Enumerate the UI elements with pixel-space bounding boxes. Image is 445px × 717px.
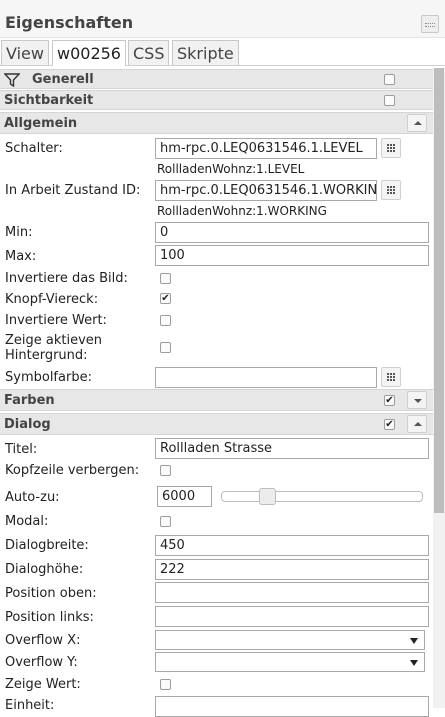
max-label: Max:: [5, 249, 37, 264]
in-arbeit-hint: RollladenWohnz:1.WORKING: [157, 204, 327, 218]
chevron-up-icon: [414, 422, 422, 426]
collapse-dialog-button[interactable]: [407, 415, 427, 433]
panel-header: Eigenschaften: [0, 0, 445, 38]
kopfzeile-label: Kopfzeile verbergen:: [5, 463, 140, 478]
invertiere-wert-label: Invertiere Wert:: [5, 313, 107, 328]
panel-title: Eigenschaften: [5, 13, 134, 32]
section-farben-checkbox[interactable]: [384, 395, 395, 406]
overflow-x-select[interactable]: [155, 630, 425, 650]
chevron-down-icon: [414, 399, 422, 403]
auto-zu-input[interactable]: 6000: [157, 486, 212, 507]
in-arbeit-label: In Arbeit Zustand ID:: [5, 183, 141, 198]
tab-view[interactable]: View: [1, 40, 49, 65]
section-allgemein-label: Allgemein: [4, 116, 78, 131]
symbolfarbe-label: Symbolfarbe:: [5, 370, 92, 385]
section-sichtbarkeit-label: Sichtbarkeit: [4, 93, 94, 108]
dialoghoehe-label: Dialoghöhe:: [5, 562, 84, 577]
position-oben-input[interactable]: [155, 582, 429, 603]
schalter-hint: RollladenWohnz:1.LEVEL: [157, 162, 305, 176]
menu-icon: [425, 23, 435, 27]
min-label: Min:: [5, 225, 33, 240]
knopf-viereck-label: Knopf-Viereck:: [5, 292, 99, 307]
auto-zu-slider[interactable]: [221, 488, 423, 505]
dropdown-arrow-icon: [410, 638, 418, 644]
section-generell-checkbox[interactable]: [384, 74, 395, 85]
zeige-wert-label: Zeige Wert:: [5, 677, 81, 692]
overflow-y-label: Overflow Y:: [5, 655, 78, 670]
dialoghoehe-input[interactable]: 222: [155, 559, 429, 580]
expand-farben-button[interactable]: [407, 391, 427, 409]
in-arbeit-input[interactable]: hm-rpc.0.LEQ0631546.1.WORKING: [155, 180, 377, 201]
invertiere-wert-checkbox[interactable]: [160, 315, 171, 326]
max-input[interactable]: 100: [155, 245, 429, 266]
overflow-y-select[interactable]: [155, 652, 425, 672]
dialogbreite-label: Dialogbreite:: [5, 538, 89, 553]
filter-icon: [4, 73, 20, 87]
section-farben-label: Farben: [4, 393, 55, 408]
auto-zu-slider-handle[interactable]: [259, 488, 276, 505]
section-dialog-checkbox[interactable]: [384, 419, 395, 430]
schalter-label: Schalter:: [5, 141, 63, 156]
section-allgemein[interactable]: Allgemein: [0, 112, 433, 134]
section-dialog-label: Dialog: [4, 417, 51, 432]
zeige-hintergrund-label-line2: Hintergrund:: [5, 348, 88, 363]
scrollbar-thumb[interactable]: [434, 68, 444, 513]
auto-zu-label: Auto-zu:: [5, 490, 60, 505]
schalter-input[interactable]: hm-rpc.0.LEQ0631546.1.LEVEL: [155, 138, 377, 159]
collapse-allgemein-button[interactable]: [407, 114, 427, 132]
section-generell-label: Generell: [32, 72, 94, 87]
invertiere-bild-label: Invertiere das Bild:: [5, 271, 128, 286]
overflow-x-label: Overflow X:: [5, 633, 81, 648]
position-links-label: Position links:: [5, 610, 94, 625]
tab-widget[interactable]: w00256: [52, 40, 126, 66]
titel-label: Titel:: [5, 442, 38, 457]
in-arbeit-select-button[interactable]: [381, 180, 401, 200]
panel-menu-button[interactable]: [421, 15, 439, 33]
zeige-wert-checkbox[interactable]: [160, 679, 171, 690]
dropdown-arrow-icon: [410, 660, 418, 666]
section-sichtbarkeit[interactable]: Sichtbarkeit: [0, 90, 433, 110]
invertiere-bild-checkbox[interactable]: [160, 273, 171, 284]
section-sichtbarkeit-checkbox[interactable]: [384, 95, 395, 106]
symbolfarbe-picker-button[interactable]: [381, 367, 401, 387]
knopf-viereck-checkbox[interactable]: [160, 293, 171, 304]
dialogbreite-input[interactable]: 450: [155, 535, 429, 556]
einheit-label: Einheit:: [5, 698, 55, 713]
zeige-hintergrund-checkbox[interactable]: [160, 342, 171, 353]
kopfzeile-checkbox[interactable]: [160, 465, 171, 476]
schalter-select-button[interactable]: [381, 138, 401, 158]
zeige-hintergrund-label-line1: Zeige aktieven: [5, 333, 103, 348]
section-dialog[interactable]: Dialog: [0, 413, 433, 435]
tab-css[interactable]: CSS: [128, 40, 170, 65]
chevron-up-icon: [414, 121, 422, 125]
einheit-input[interactable]: [155, 696, 429, 717]
tab-bar: View w00256 CSS Skripte: [0, 38, 445, 66]
section-farben[interactable]: Farben: [0, 389, 433, 411]
tab-skripte[interactable]: Skripte: [172, 40, 239, 65]
symbolfarbe-input[interactable]: [155, 367, 377, 388]
position-oben-label: Position oben:: [5, 586, 97, 601]
modal-checkbox[interactable]: [160, 516, 171, 527]
properties-scrollbar[interactable]: [433, 68, 445, 708]
position-links-input[interactable]: [155, 606, 429, 627]
min-input[interactable]: 0: [155, 222, 429, 243]
titel-input[interactable]: Rollladen Strasse: [155, 438, 429, 459]
modal-label: Modal:: [5, 514, 49, 529]
section-generell[interactable]: Generell: [0, 69, 433, 89]
